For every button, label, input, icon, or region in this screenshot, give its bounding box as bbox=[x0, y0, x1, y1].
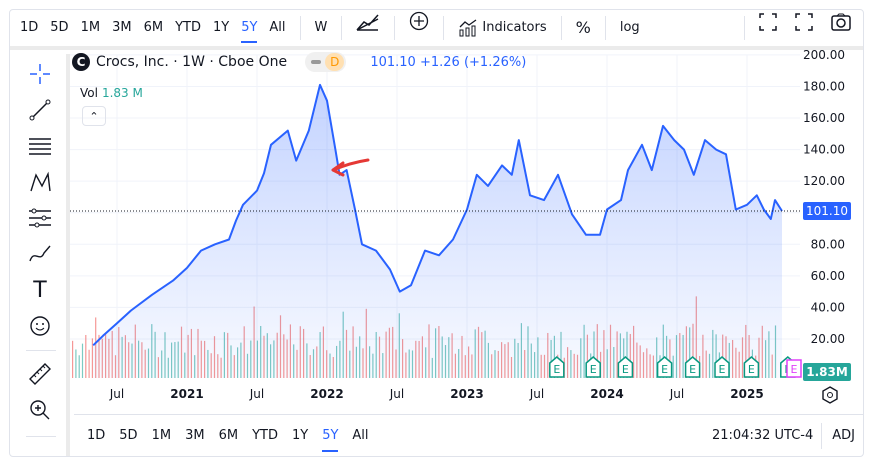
text-tool-icon[interactable]: T bbox=[26, 276, 54, 304]
range-button-6m[interactable]: 6M bbox=[138, 9, 170, 47]
crosshair-icon[interactable] bbox=[26, 60, 54, 88]
ruler-icon[interactable] bbox=[26, 360, 54, 388]
log-button[interactable]: log bbox=[614, 9, 646, 47]
indicators-label: Indicators bbox=[482, 20, 547, 35]
fib-retracement-icon[interactable] bbox=[26, 132, 54, 160]
zoom-in-icon[interactable] bbox=[26, 396, 54, 424]
clock-time[interactable]: 21:04:32 UTC-4 bbox=[704, 428, 821, 443]
expand-icon[interactable] bbox=[789, 9, 819, 47]
collapse-legend-button[interactable]: ⌃ bbox=[82, 106, 106, 126]
range-button-1y[interactable]: 1Y bbox=[207, 9, 235, 47]
range-button-1m[interactable]: 1M bbox=[75, 9, 107, 47]
pattern-icon[interactable] bbox=[26, 168, 54, 196]
range-button-ytd[interactable]: YTD bbox=[169, 9, 207, 47]
price-change-percent: (+1.26%) bbox=[463, 54, 527, 70]
bottom-range-button-5d[interactable]: 5D bbox=[112, 416, 144, 456]
bottom-range-button-1d[interactable]: 1D bbox=[80, 416, 112, 456]
toolbar-divider bbox=[26, 350, 56, 351]
last-price: 101.10 bbox=[370, 54, 416, 70]
interval-button[interactable]: W bbox=[309, 9, 334, 47]
symbol-title[interactable]: Crocs, Inc. · 1W · Cboe One bbox=[96, 54, 287, 70]
trend-line-icon[interactable] bbox=[26, 96, 54, 124]
bottom-range-button-6m[interactable]: 6M bbox=[212, 416, 246, 456]
chart-widget: 1D 5D 1M 3M 6M YTD 1Y 5Y All W Indicators % log … bbox=[9, 9, 864, 457]
toolbar-divider bbox=[26, 436, 56, 437]
bottom-range-button-1m[interactable]: 1M bbox=[145, 416, 179, 456]
bottom-range-button-1y[interactable]: 1Y bbox=[285, 416, 315, 456]
delayed-badge: D bbox=[325, 53, 345, 71]
bottom-range-button-all[interactable]: All bbox=[345, 416, 375, 456]
bottom-range-button-ytd[interactable]: YTD bbox=[245, 416, 285, 456]
range-button-1d[interactable]: 1D bbox=[14, 9, 44, 47]
range-button-3m[interactable]: 3M bbox=[106, 9, 138, 47]
bottom-range-button-3m[interactable]: 3M bbox=[178, 416, 212, 456]
top-toolbar: 1D 5D 1M 3M 6M YTD 1Y 5Y All W Indicators % log bbox=[10, 10, 863, 50]
price-change: +1.26 bbox=[419, 54, 460, 70]
range-button-5d[interactable]: 5D bbox=[44, 9, 74, 47]
indicators-icon bbox=[459, 19, 477, 37]
volume-legend: Vol 1.83 M bbox=[80, 86, 143, 100]
range-button-all[interactable]: All bbox=[263, 9, 291, 47]
market-status-badge[interactable]: D bbox=[305, 52, 347, 72]
volume-label: Vol bbox=[80, 86, 98, 100]
prediction-icon[interactable] bbox=[26, 204, 54, 232]
camera-icon[interactable] bbox=[825, 9, 857, 47]
drawing-toolbar: T bbox=[10, 54, 70, 456]
symbol-legend: C Crocs, Inc. · 1W · Cboe One D 101.10 +… bbox=[72, 52, 526, 72]
chart-type-icon[interactable] bbox=[350, 9, 386, 47]
volume-value: 1.83 M bbox=[101, 86, 143, 100]
quote-values: 101.10 +1.26 (+1.26%) bbox=[370, 55, 526, 70]
range-button-5y[interactable]: 5Y bbox=[235, 9, 263, 47]
compare-add-icon[interactable] bbox=[403, 9, 435, 47]
adj-button[interactable]: ADJ bbox=[822, 428, 863, 443]
fullscreen-icon[interactable] bbox=[753, 9, 783, 47]
indicators-button[interactable]: Indicators bbox=[452, 9, 552, 47]
bottom-range-button-5y[interactable]: 5Y bbox=[315, 416, 345, 456]
settings-gear-icon[interactable] bbox=[822, 386, 838, 408]
brush-icon[interactable] bbox=[26, 240, 54, 268]
emoji-icon[interactable] bbox=[26, 312, 54, 340]
percent-button[interactable]: % bbox=[570, 9, 597, 47]
bottom-toolbar: 1D 5D 1M 3M 6M YTD 1Y 5Y All 21:04:32 UTC-4 ADJ bbox=[74, 414, 863, 456]
crocs-logo: C bbox=[72, 53, 90, 71]
